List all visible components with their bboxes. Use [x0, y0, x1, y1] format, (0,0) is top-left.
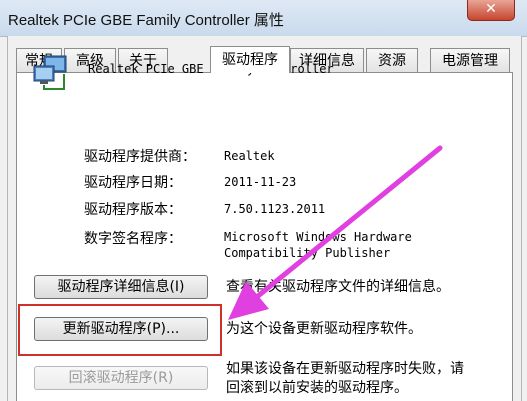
date-label: 驱动程序日期： [84, 175, 182, 191]
rollback-description-line1: 如果该设备在更新驱动程序时失败，请 [226, 361, 464, 377]
rollback-description-line2: 回滚到以前安装的驱动程序。 [226, 380, 408, 396]
window-title: Realtek PCIe GBE Family Controller 属性 [8, 12, 284, 29]
tab-driver[interactable]: 驱动程序 [210, 46, 290, 73]
driver-details-button[interactable]: 驱动程序详细信息(I) [34, 275, 208, 299]
driver-details-description: 查看有关驱动程序文件的详细信息。 [226, 279, 450, 295]
tab-resources[interactable]: 资源 [366, 48, 418, 72]
close-button[interactable]: ✕ [467, 0, 515, 21]
update-driver-description: 为这个设备更新驱动程序软件。 [226, 321, 422, 337]
signer-label: 数字签名程序： [84, 231, 182, 247]
signer-value-line2: Compatibility Publisher [224, 246, 391, 260]
network-adapter-icon [33, 55, 67, 90]
version-label: 驱动程序版本： [84, 202, 182, 218]
provider-label: 驱动程序提供商： [84, 149, 196, 165]
date-value: 2011-11-23 [224, 175, 297, 189]
signer-value-line1: Microsoft Windows Hardware [224, 230, 412, 244]
update-driver-button[interactable]: 更新驱动程序(P)... [34, 317, 208, 341]
rollback-driver-button: 回滚驱动程序(R) [34, 366, 208, 390]
tab-power-management[interactable]: 电源管理 [430, 48, 510, 72]
title-bar: Realtek PCIe GBE Family Controller 属性 ✕ [0, 0, 527, 37]
provider-value: Realtek [224, 149, 275, 163]
version-value: 7.50.1123.2011 [224, 202, 326, 216]
